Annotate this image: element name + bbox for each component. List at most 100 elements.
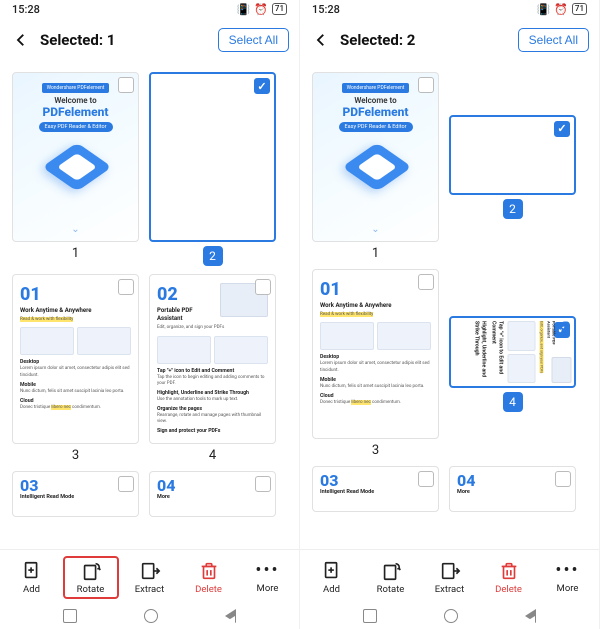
selection-title: Selected: 2: [340, 31, 510, 49]
page-number: 1: [372, 246, 379, 261]
recent-apps-button[interactable]: [363, 609, 377, 623]
add-button[interactable]: Add: [5, 557, 59, 598]
page-number: 1: [72, 246, 79, 261]
extract-button[interactable]: Extract: [123, 557, 177, 598]
page-checkbox[interactable]: [418, 471, 434, 487]
delete-button[interactable]: Delete: [182, 557, 236, 598]
page-checkbox[interactable]: [118, 279, 134, 295]
pdfelement-logo-badge: Wondershare PDFelement: [342, 83, 410, 93]
page-number: 2: [203, 246, 223, 266]
page-cell[interactable]: 2: [449, 72, 576, 261]
page-checkbox[interactable]: [555, 471, 571, 487]
status-bar: 15:28 📳 ⏰ 71: [300, 0, 599, 18]
screen-left: 15:28 📳 ⏰ 71 Selected: 1 Select All Wond…: [0, 0, 300, 629]
page-cell[interactable]: 03 Intelligent Read Mode: [12, 471, 139, 517]
status-bar: 15:28 📳 ⏰ 71: [0, 0, 299, 18]
brand-text: PDFelement: [343, 105, 409, 119]
more-icon: •••: [555, 561, 579, 581]
alarm-icon: ⏰: [554, 3, 568, 16]
battery-icon: 71: [272, 3, 287, 15]
page-number: 3: [372, 443, 379, 458]
page-thumbnail-1[interactable]: Wondershare PDFelement Welcome to PDFele…: [12, 72, 139, 242]
page-content-number: 01: [20, 283, 131, 307]
home-button[interactable]: [444, 609, 458, 623]
grid-row: Wondershare PDFelement Welcome to PDFele…: [12, 72, 287, 266]
page-thumbnail-2[interactable]: [449, 115, 576, 195]
cube-graphic: [46, 138, 106, 198]
select-all-button[interactable]: Select All: [518, 28, 589, 52]
page-thumbnail-6[interactable]: 04 More: [449, 466, 576, 512]
page-thumbnail-2[interactable]: [149, 72, 276, 242]
more-button[interactable]: ••• More: [241, 558, 295, 597]
delete-button[interactable]: Delete: [482, 557, 536, 598]
page-checkbox[interactable]: [118, 77, 134, 93]
page-checkbox[interactable]: [554, 121, 570, 137]
page-grid: Wondershare PDFelement Welcome to PDFele…: [300, 62, 599, 549]
page-thumbnail-6[interactable]: 04 More: [149, 471, 276, 517]
system-nav-bar: [0, 603, 299, 629]
page-thumbnail-5[interactable]: 03 Intelligent Read Mode: [312, 466, 439, 512]
vibrate-icon: 📳: [537, 3, 551, 16]
back-button[interactable]: [10, 29, 32, 51]
grid-row: 01 Work Anytime & Anywhere Read & work w…: [312, 269, 587, 458]
page-cell[interactable]: 2: [149, 72, 276, 266]
tagline-text: Easy PDF Reader & Editor: [39, 122, 113, 132]
tagline-text: Easy PDF Reader & Editor: [339, 122, 413, 132]
page-content-heading: Work Anytime & Anywhere: [20, 307, 131, 315]
page-cell[interactable]: 02 Portable PDF Assistant Edit, organize…: [149, 274, 276, 463]
page-thumbnail-1[interactable]: Wondershare PDFelement Welcome to PDFele…: [312, 72, 439, 242]
page-cell[interactable]: 04 More: [449, 466, 576, 512]
page-checkbox[interactable]: [255, 476, 271, 492]
content-images: [20, 327, 131, 355]
page-thumbnail-3[interactable]: 01 Work Anytime & Anywhere Read & work w…: [12, 274, 139, 444]
page-cell[interactable]: 03 Intelligent Read Mode: [312, 466, 439, 512]
back-button[interactable]: [310, 29, 332, 51]
extract-button[interactable]: Extract: [423, 557, 477, 598]
page-thumbnail-3[interactable]: 01 Work Anytime & Anywhere Read & work w…: [312, 269, 439, 439]
more-icon: •••: [255, 561, 279, 581]
page-number: 4: [209, 448, 216, 463]
back-nav-button[interactable]: [525, 609, 536, 623]
rotate-button[interactable]: Rotate: [64, 557, 118, 598]
page-cell[interactable]: Wondershare PDFelement Welcome to PDFele…: [12, 72, 139, 266]
screen-right: 15:28 📳 ⏰ 71 Selected: 2 Select All Wond…: [300, 0, 600, 629]
page-cell[interactable]: 01 Work Anytime & Anywhere Read & work w…: [12, 274, 139, 463]
grid-row: Wondershare PDFelement Welcome to PDFele…: [312, 72, 587, 261]
bottom-toolbar: Add Rotate Extract Delete ••• More: [0, 549, 299, 603]
rotate-button[interactable]: Rotate: [364, 557, 418, 598]
bottom-toolbar: Add Rotate Extract Delete ••• More: [300, 549, 599, 603]
brand-text: PDFelement: [43, 105, 109, 119]
page-thumbnail-5[interactable]: 03 Intelligent Read Mode: [12, 471, 139, 517]
selection-title: Selected: 1: [40, 31, 210, 49]
page-thumbnail-4[interactable]: 02 Portable PDF Assistant Edit, organize…: [149, 274, 276, 444]
page-cell[interactable]: Wondershare PDFelement Welcome to PDFele…: [312, 72, 439, 261]
back-nav-button[interactable]: [225, 609, 236, 623]
vibrate-icon: 📳: [237, 3, 251, 16]
more-button[interactable]: ••• More: [541, 558, 595, 597]
select-all-button[interactable]: Select All: [218, 28, 289, 52]
page-number: 4: [503, 392, 523, 412]
app-bar: Selected: 1 Select All: [0, 18, 299, 62]
page-checkbox[interactable]: [118, 476, 134, 492]
page-thumbnail-4-rotated[interactable]: 02 Portable PDF Assistant Edit, organize…: [449, 316, 576, 388]
status-icons: 📳 ⏰ 71: [537, 3, 588, 16]
chevron-down-icon: ⌄: [71, 224, 79, 235]
page-checkbox[interactable]: [254, 78, 270, 94]
page-cell[interactable]: 01 Work Anytime & Anywhere Read & work w…: [312, 269, 439, 458]
pdfelement-logo-badge: Wondershare PDFelement: [42, 83, 110, 93]
page-grid: Wondershare PDFelement Welcome to PDFele…: [0, 62, 299, 549]
recent-apps-button[interactable]: [63, 609, 77, 623]
welcome-text: Welcome to: [354, 96, 396, 105]
page-cell[interactable]: 02 Portable PDF Assistant Edit, organize…: [449, 269, 576, 458]
page-checkbox[interactable]: [255, 279, 271, 295]
page-cell[interactable]: 04 More: [149, 471, 276, 517]
alarm-icon: ⏰: [254, 3, 268, 16]
grid-row: 03 Intelligent Read Mode 04 More: [312, 466, 587, 512]
home-button[interactable]: [144, 609, 158, 623]
cube-graphic: [346, 138, 406, 198]
page-checkbox[interactable]: [418, 77, 434, 93]
status-icons: 📳 ⏰ 71: [237, 3, 288, 16]
page-checkbox[interactable]: [418, 274, 434, 290]
grid-row: 03 Intelligent Read Mode 04 More: [12, 471, 287, 517]
add-button[interactable]: Add: [305, 557, 359, 598]
